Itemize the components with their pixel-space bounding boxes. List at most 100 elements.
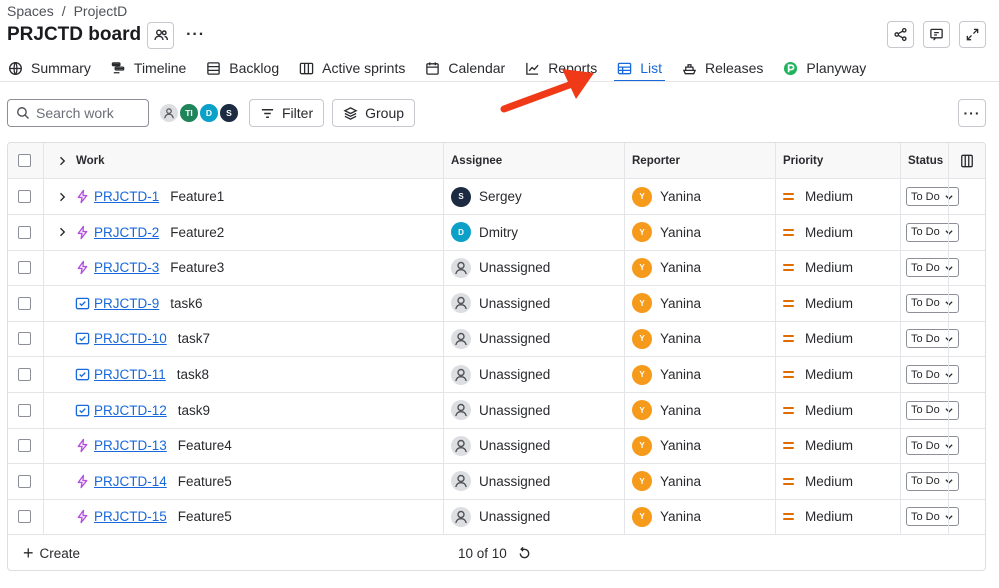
row-checkbox[interactable] [18,499,31,534]
chevron-right-icon[interactable] [56,155,68,167]
tab-timeline[interactable]: Timeline [111,58,186,78]
expand-row-button[interactable] [56,179,68,214]
table-row[interactable]: PRJCTD-13 Feature4 Unassigned Y Yanina M… [8,428,985,465]
row-checkbox[interactable] [18,321,31,356]
header-priority[interactable]: Priority [783,143,823,178]
issue-key-link[interactable]: PRJCTD-15 [94,509,167,524]
row-checkbox[interactable] [18,215,31,250]
status-dropdown[interactable]: To Do [906,400,959,420]
assignee-cell[interactable]: Unassigned [451,357,550,392]
reporter-cell[interactable]: Y Yanina [632,357,701,392]
status-dropdown[interactable]: To Do [906,258,959,278]
issue-summary[interactable]: Feature4 [178,438,232,453]
issue-key-link[interactable]: PRJCTD-13 [94,438,167,453]
header-reporter[interactable]: Reporter [632,143,680,178]
column-divider[interactable] [775,143,776,535]
issue-key-link[interactable]: PRJCTD-11 [94,367,166,382]
tab-releases[interactable]: Releases [682,58,763,78]
column-divider[interactable] [443,143,444,535]
issue-summary[interactable]: Feature1 [170,189,224,204]
row-checkbox[interactable] [18,179,31,214]
tab-backlog[interactable]: Backlog [206,58,279,78]
table-row[interactable]: PRJCTD-15 Feature5 Unassigned Y Yanina M… [8,499,985,536]
row-checkbox[interactable] [18,286,31,321]
table-row[interactable]: PRJCTD-11 task8 Unassigned Y Yanina Medi… [8,357,985,393]
issue-key-link[interactable]: PRJCTD-9 [94,296,159,311]
issue-key-link[interactable]: PRJCTD-1 [94,189,159,204]
priority-cell[interactable]: Medium [783,215,853,250]
issue-summary[interactable]: Feature5 [178,474,232,489]
issue-summary[interactable]: task8 [177,367,209,382]
assignee-cell[interactable]: Unassigned [451,250,550,285]
issue-summary[interactable]: task6 [170,296,202,311]
tab-planyway[interactable]: Planyway [783,58,866,78]
issue-summary[interactable]: task9 [178,403,210,418]
breadcrumb-spaces[interactable]: Spaces [7,3,54,19]
priority-cell[interactable]: Medium [783,250,853,285]
avatar-d[interactable]: D [198,102,220,124]
row-checkbox[interactable] [18,428,31,463]
reporter-cell[interactable]: Y Yanina [632,393,701,428]
reporter-cell[interactable]: Y Yanina [632,179,701,214]
avatar-ti[interactable]: TI [178,102,200,124]
create-button[interactable]: + Create [23,535,80,570]
column-divider[interactable] [624,143,625,535]
priority-cell[interactable]: Medium [783,321,853,356]
breadcrumb-project[interactable]: ProjectD [74,3,128,19]
assignee-cell[interactable]: S Sergey [451,179,522,214]
priority-cell[interactable]: Medium [783,286,853,321]
issue-key-link[interactable]: PRJCTD-3 [94,260,159,275]
expand-row-button[interactable] [56,215,68,250]
table-row[interactable]: PRJCTD-3 Feature3 Unassigned Y Yanina Me… [8,250,985,287]
reporter-cell[interactable]: Y Yanina [632,464,701,499]
assignee-cell[interactable]: Unassigned [451,499,550,534]
reporter-cell[interactable]: Y Yanina [632,250,701,285]
assignee-cell[interactable]: Unassigned [451,321,550,356]
avatar-s[interactable]: S [218,102,240,124]
row-checkbox[interactable] [18,393,31,428]
priority-cell[interactable]: Medium [783,428,853,463]
team-button[interactable] [147,21,175,49]
issue-summary[interactable]: Feature2 [170,225,224,240]
issue-key-link[interactable]: PRJCTD-14 [94,474,167,489]
search-input[interactable]: Search work [7,99,149,127]
reporter-cell[interactable]: Y Yanina [632,321,701,356]
reporter-cell[interactable]: Y Yanina [632,215,701,250]
reporter-cell[interactable]: Y Yanina [632,499,701,534]
row-checkbox[interactable] [18,357,31,392]
avatar-unassigned[interactable] [158,102,180,124]
issue-key-link[interactable]: PRJCTD-2 [94,225,159,240]
row-checkbox[interactable] [18,250,31,285]
tab-calendar[interactable]: Calendar [425,58,505,78]
issue-key-link[interactable]: PRJCTD-10 [94,331,167,346]
table-row[interactable]: PRJCTD-9 task6 Unassigned Y Yanina Mediu… [8,286,985,322]
table-row[interactable]: PRJCTD-1 Feature1 S Sergey Y Yanina Medi… [8,179,985,215]
select-all-checkbox[interactable] [18,143,31,178]
assignee-cell[interactable]: Unassigned [451,286,550,321]
status-dropdown[interactable]: To Do [906,293,959,313]
status-dropdown[interactable]: To Do [906,365,959,384]
row-checkbox[interactable] [18,464,31,499]
priority-cell[interactable]: Medium [783,464,853,499]
assignee-cell[interactable]: Unassigned [451,428,550,463]
group-button[interactable]: Group [332,99,416,127]
header-assignee[interactable]: Assignee [451,143,502,178]
issue-summary[interactable]: task7 [178,331,210,346]
priority-cell[interactable]: Medium [783,499,853,534]
filter-button[interactable]: Filter [249,99,325,127]
issue-key-link[interactable]: PRJCTD-12 [94,403,167,418]
status-dropdown[interactable]: To Do [906,507,959,527]
issue-summary[interactable]: Feature3 [170,260,224,275]
status-dropdown[interactable]: To Do [906,222,959,242]
table-row[interactable]: PRJCTD-2 Feature2 D Dmitry Y Yanina Medi… [8,215,985,251]
column-settings-button[interactable] [960,143,974,178]
status-dropdown[interactable]: To Do [906,329,959,349]
feedback-button[interactable] [923,21,950,48]
assignee-cell[interactable]: Unassigned [451,464,550,499]
status-dropdown[interactable]: To Do [906,471,959,491]
table-row[interactable]: PRJCTD-14 Feature5 Unassigned Y Yanina M… [8,464,985,500]
refresh-icon[interactable] [517,546,532,561]
header-status[interactable]: Status [908,143,943,178]
tab-list[interactable]: List [614,58,665,82]
assignee-cell[interactable]: D Dmitry [451,215,518,250]
